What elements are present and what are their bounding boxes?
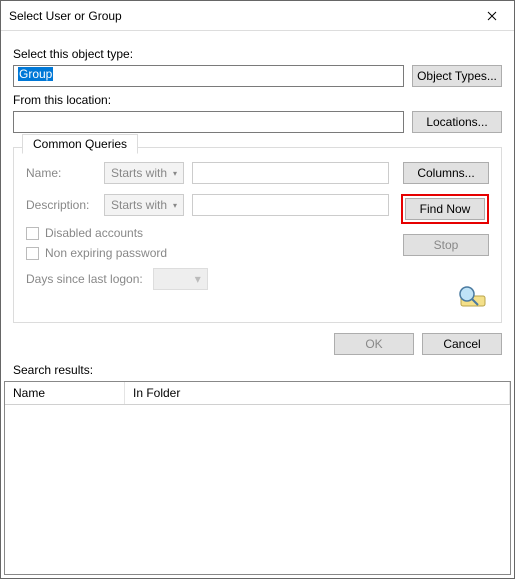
search-icon [455,284,489,310]
common-queries-group: Common Queries Name: Starts with ▾ Descr… [13,147,502,323]
window-title: Select User or Group [9,9,122,23]
columns-button[interactable]: Columns... [403,162,489,184]
non-expiring-checkbox[interactable] [26,247,39,260]
object-types-button[interactable]: Object Types... [412,65,502,87]
locations-button[interactable]: Locations... [412,111,502,133]
dialog-window: Select User or Group Select this object … [0,0,515,579]
location-field[interactable] [13,111,404,133]
column-name[interactable]: Name [5,382,125,404]
description-input[interactable] [192,194,389,216]
find-now-highlight: Find Now [401,194,489,224]
name-input[interactable] [192,162,389,184]
cancel-button[interactable]: Cancel [422,333,502,355]
results-body[interactable] [5,405,510,574]
chevron-down-icon: ▾ [173,169,177,178]
ok-button[interactable]: OK [334,333,414,355]
chevron-down-icon: ▾ [173,201,177,210]
disabled-accounts-checkbox[interactable] [26,227,39,240]
name-match-value: Starts with [111,166,167,180]
content-area: Select this object type: Group Object Ty… [1,31,514,323]
description-match-combo[interactable]: Starts with ▾ [104,194,184,216]
query-form: Name: Starts with ▾ Description: Starts … [26,162,389,310]
days-since-logon-combo[interactable]: ▾ [153,268,208,290]
close-button[interactable] [469,1,514,31]
location-label: From this location: [13,93,502,107]
stop-button[interactable]: Stop [403,234,489,256]
disabled-accounts-label: Disabled accounts [45,226,143,240]
days-since-logon-label: Days since last logon: [26,272,143,286]
titlebar: Select User or Group [1,1,514,31]
results-header: Name In Folder [5,382,510,405]
non-expiring-label: Non expiring password [45,246,167,260]
search-results-label: Search results: [1,363,514,381]
description-match-value: Starts with [111,198,167,212]
object-type-value: Group [18,67,53,81]
column-in-folder[interactable]: In Folder [125,382,510,404]
tab-common-queries[interactable]: Common Queries [22,134,138,154]
object-type-field[interactable]: Group [13,65,404,87]
object-type-label: Select this object type: [13,47,502,61]
description-label: Description: [26,198,96,212]
footer-buttons: OK Cancel [1,323,514,363]
side-buttons: Columns... Find Now Stop [399,162,489,310]
chevron-down-icon: ▾ [195,272,201,286]
results-list: Name In Folder [4,381,511,575]
name-label: Name: [26,166,96,180]
name-match-combo[interactable]: Starts with ▾ [104,162,184,184]
find-now-button[interactable]: Find Now [405,198,485,220]
close-icon [487,11,497,21]
